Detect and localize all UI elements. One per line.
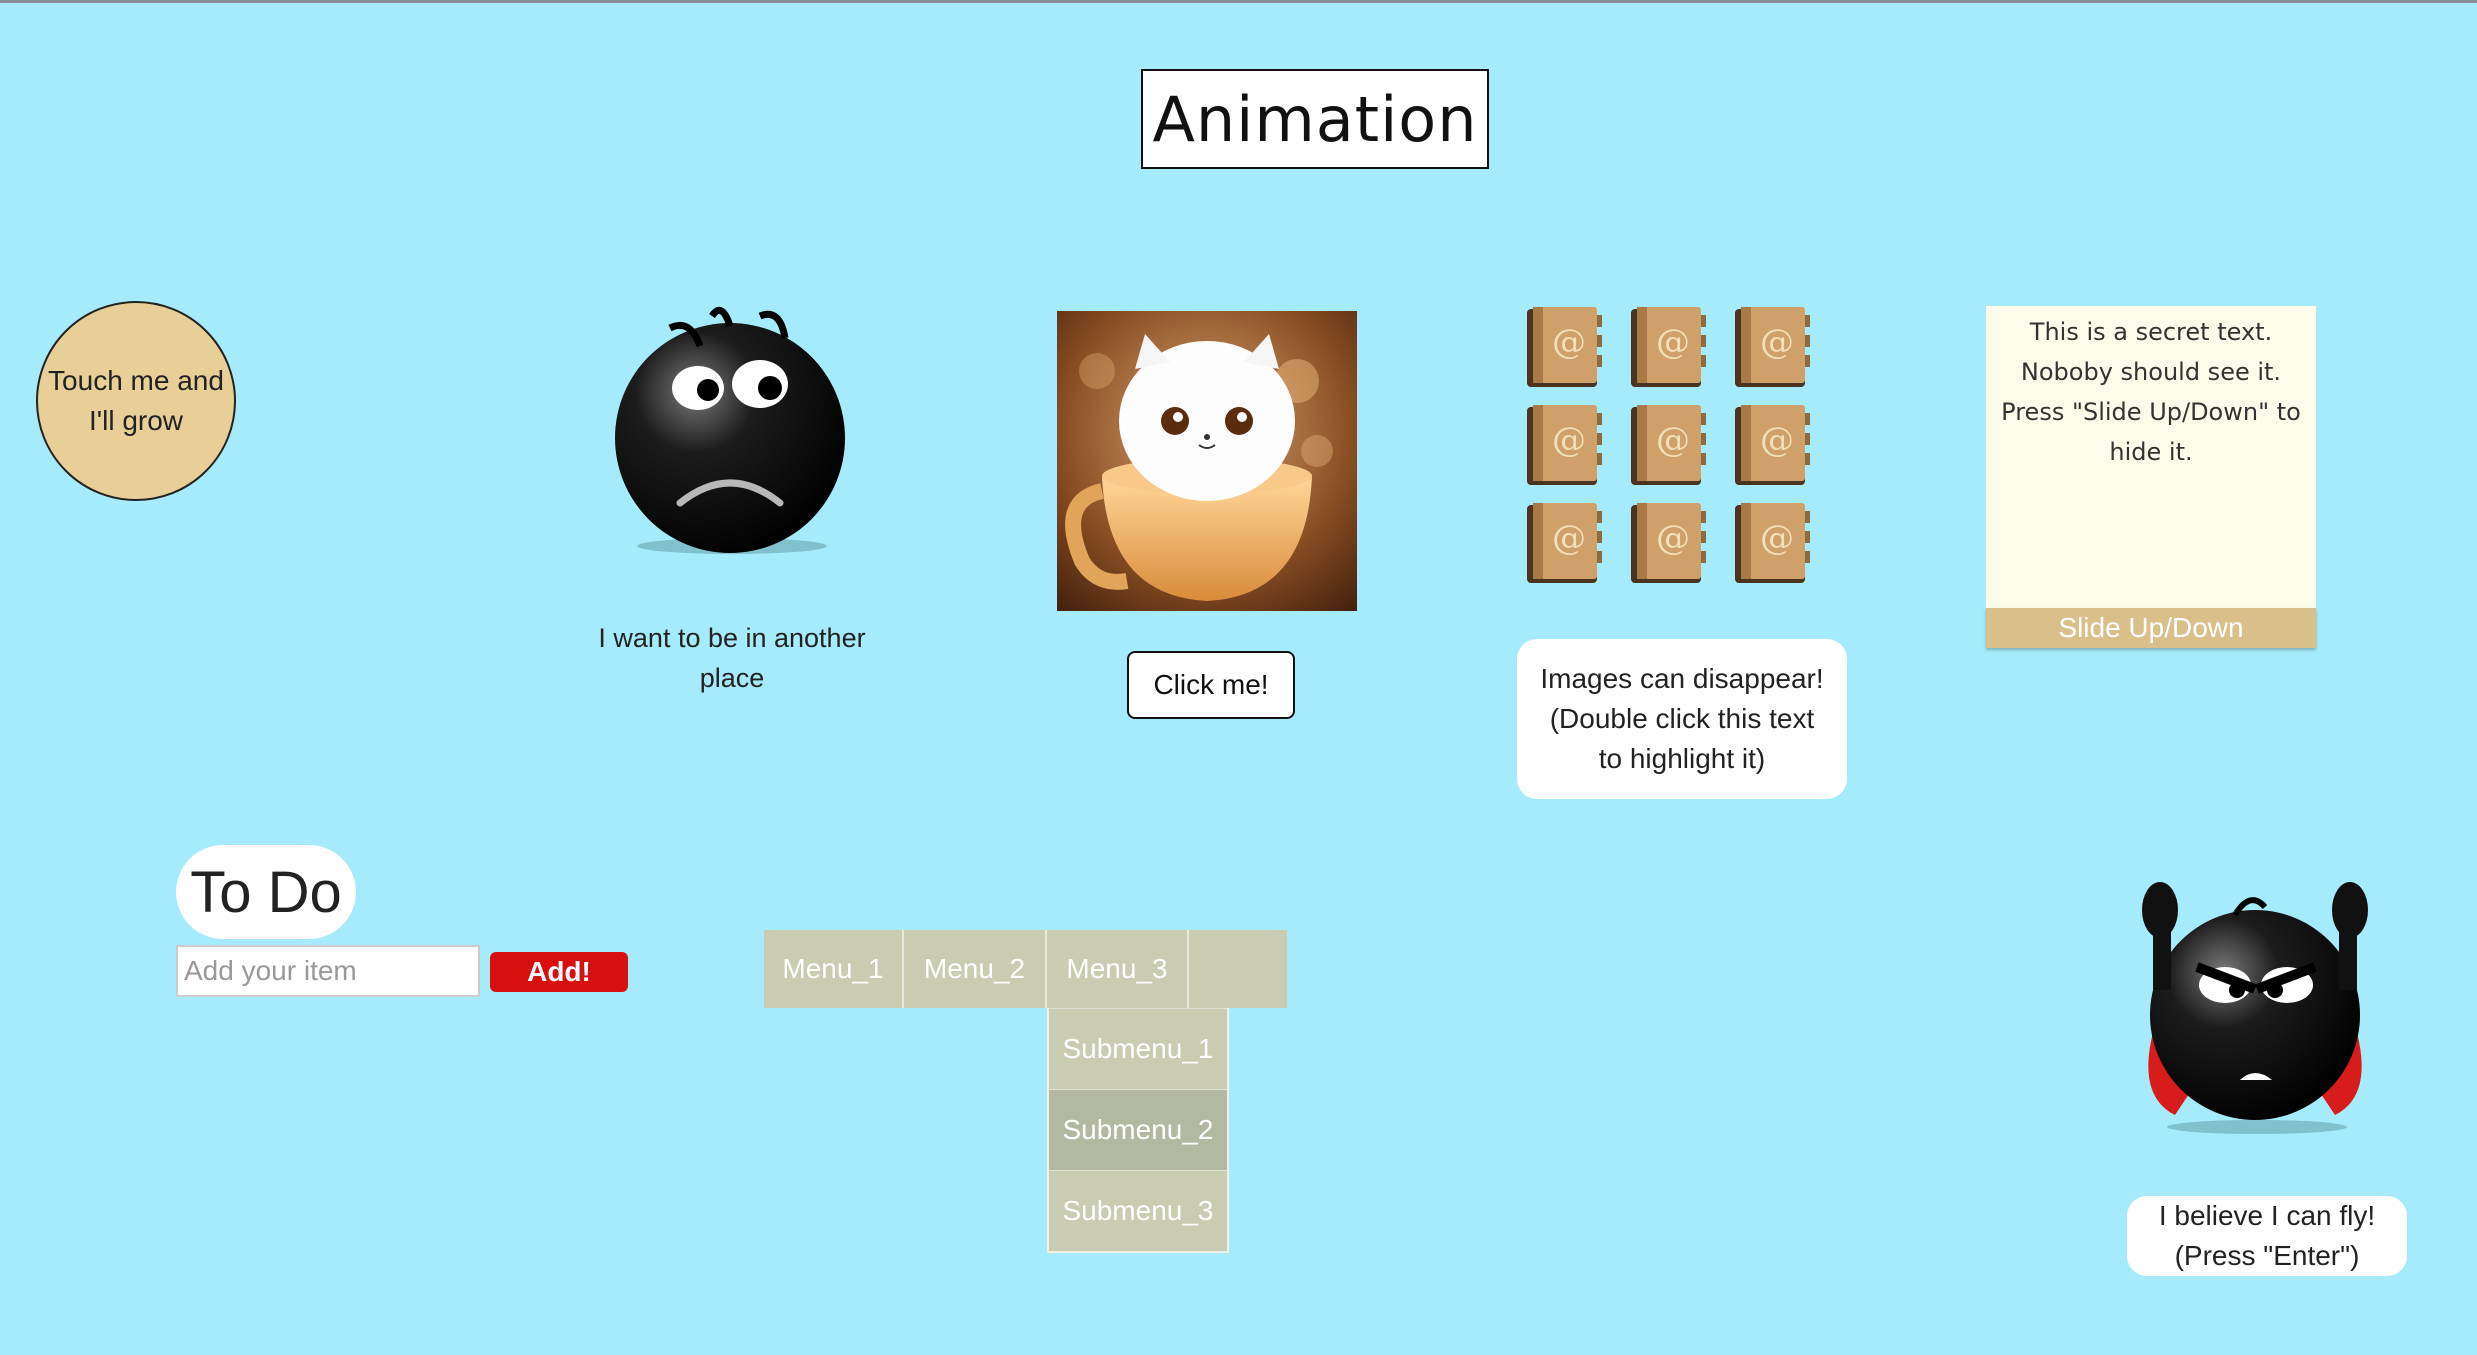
submenu-item-3[interactable]: Submenu_3 — [1049, 1170, 1227, 1251]
secret-text-panel: This is a secret text. Noboby should see… — [1986, 306, 2316, 608]
submenu-dropdown: Submenu_1 Submenu_2 Submenu_3 — [1047, 1008, 1229, 1253]
slide-up-down-button[interactable]: Slide Up/Down — [1986, 608, 2316, 648]
fly-caption-line1: I believe I can fly! — [2158, 1200, 2376, 1231]
cat-in-cup-image — [1057, 311, 1357, 611]
svg-text:@: @ — [1760, 322, 1794, 362]
click-me-button[interactable]: Click me! — [1127, 651, 1295, 719]
flying-emoji-image[interactable] — [2125, 875, 2385, 1135]
todo-item-input[interactable] — [176, 945, 480, 997]
address-book-icon: @ — [1631, 307, 1706, 387]
svg-text:@: @ — [1760, 518, 1794, 558]
secret-line1: This is a secret text. — [2029, 318, 2273, 346]
grow-circle[interactable]: Touch me and I'll grow — [36, 301, 236, 501]
add-item-button[interactable]: Add! — [490, 952, 628, 992]
secret-line3: Press "Slide Up/Down" to — [2001, 398, 2301, 426]
menu-item-empty — [1189, 930, 1287, 1008]
svg-text:@: @ — [1656, 518, 1690, 558]
todo-title: To Do — [176, 845, 356, 939]
address-book-icon: @ — [1735, 307, 1810, 387]
caption-line1: I want to be in another — [598, 623, 866, 653]
address-book-icon: @ — [1527, 405, 1602, 485]
worried-emoji-image[interactable] — [610, 298, 850, 558]
svg-text:@: @ — [1552, 322, 1586, 362]
secret-line2: Noboby should see it. — [2020, 358, 2282, 386]
note-line3: to highlight it) — [1598, 743, 1766, 774]
address-book-icon: @ — [1631, 503, 1706, 583]
caption-line2: place — [699, 663, 765, 693]
grow-circle-text-line2: I'll grow — [88, 405, 184, 436]
fly-caption-note: I believe I can fly! (Press "Enter") — [2127, 1196, 2407, 1276]
note-line1: Images can disappear! — [1540, 663, 1824, 694]
page-title: Animation — [1141, 69, 1489, 169]
grow-circle-text-line1: Touch me and — [48, 365, 224, 396]
top-border — [0, 0, 2477, 3]
submenu-item-2[interactable]: Submenu_2 — [1049, 1089, 1227, 1170]
menu-bar: Menu_1 Menu_2 Menu_3 — [764, 930, 1287, 1008]
secret-line4: hide it. — [2109, 438, 2193, 466]
menu-item-1[interactable]: Menu_1 — [764, 930, 904, 1008]
address-book-icon: @ — [1735, 503, 1810, 583]
svg-text:@: @ — [1552, 518, 1586, 558]
svg-text:@: @ — [1760, 420, 1794, 460]
worried-emoji-caption: I want to be in another place — [576, 618, 888, 698]
address-book-grid[interactable]: @ @ @ @ @ @ @ @ @ — [1525, 305, 1815, 585]
svg-text:@: @ — [1552, 420, 1586, 460]
address-book-icon: @ — [1527, 307, 1602, 387]
menu-item-3[interactable]: Menu_3 — [1047, 930, 1189, 1008]
fly-caption-line2: (Press "Enter") — [2174, 1240, 2360, 1271]
address-book-icon: @ — [1631, 405, 1706, 485]
svg-text:@: @ — [1656, 322, 1690, 362]
menu-item-2[interactable]: Menu_2 — [904, 930, 1047, 1008]
submenu-item-1[interactable]: Submenu_1 — [1049, 1008, 1227, 1089]
address-book-icon: @ — [1735, 405, 1810, 485]
note-line2: (Double click this text — [1549, 703, 1815, 734]
address-book-icon: @ — [1527, 503, 1602, 583]
svg-text:@: @ — [1656, 420, 1690, 460]
images-disappear-note[interactable]: Images can disappear! (Double click this… — [1517, 639, 1847, 799]
